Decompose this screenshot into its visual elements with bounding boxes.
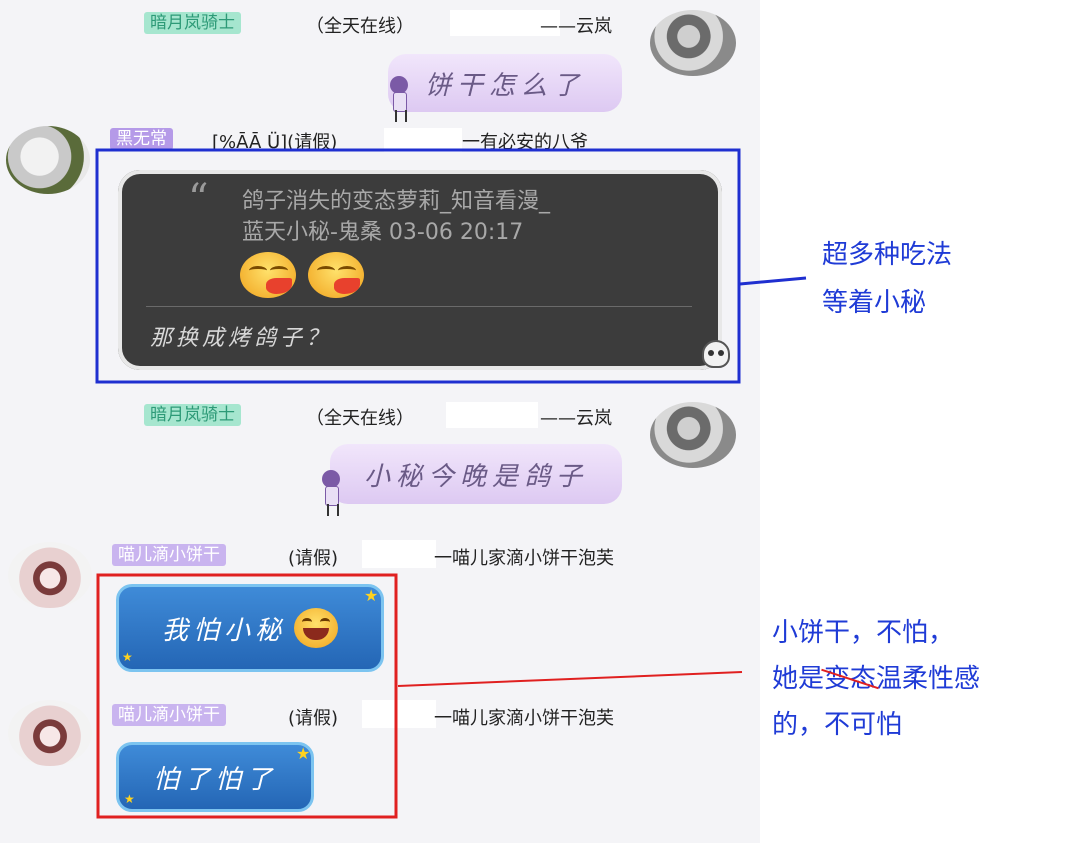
blue-annotation-line2: 等着小秘 [822,288,927,318]
annotation-overlay [95,148,807,819]
red-annotation-line3: 的，不可怕 [772,710,903,740]
red-annotation-line1: 小饼干，不怕， [772,618,955,648]
struck-word: 变态 [824,658,876,700]
red-annotation-line2: 她是变态温柔性感 [772,658,980,700]
blue-annotation-line1: 超多种吃法 [822,240,953,270]
blue-connector-line [739,276,807,286]
blue-highlight-box [95,148,741,384]
red-annotation-text-b: 温柔性感 [876,664,981,694]
red-connector-line [397,671,743,687]
red-highlight-box [96,573,398,819]
red-annotation-text-a: 她是 [772,664,825,694]
